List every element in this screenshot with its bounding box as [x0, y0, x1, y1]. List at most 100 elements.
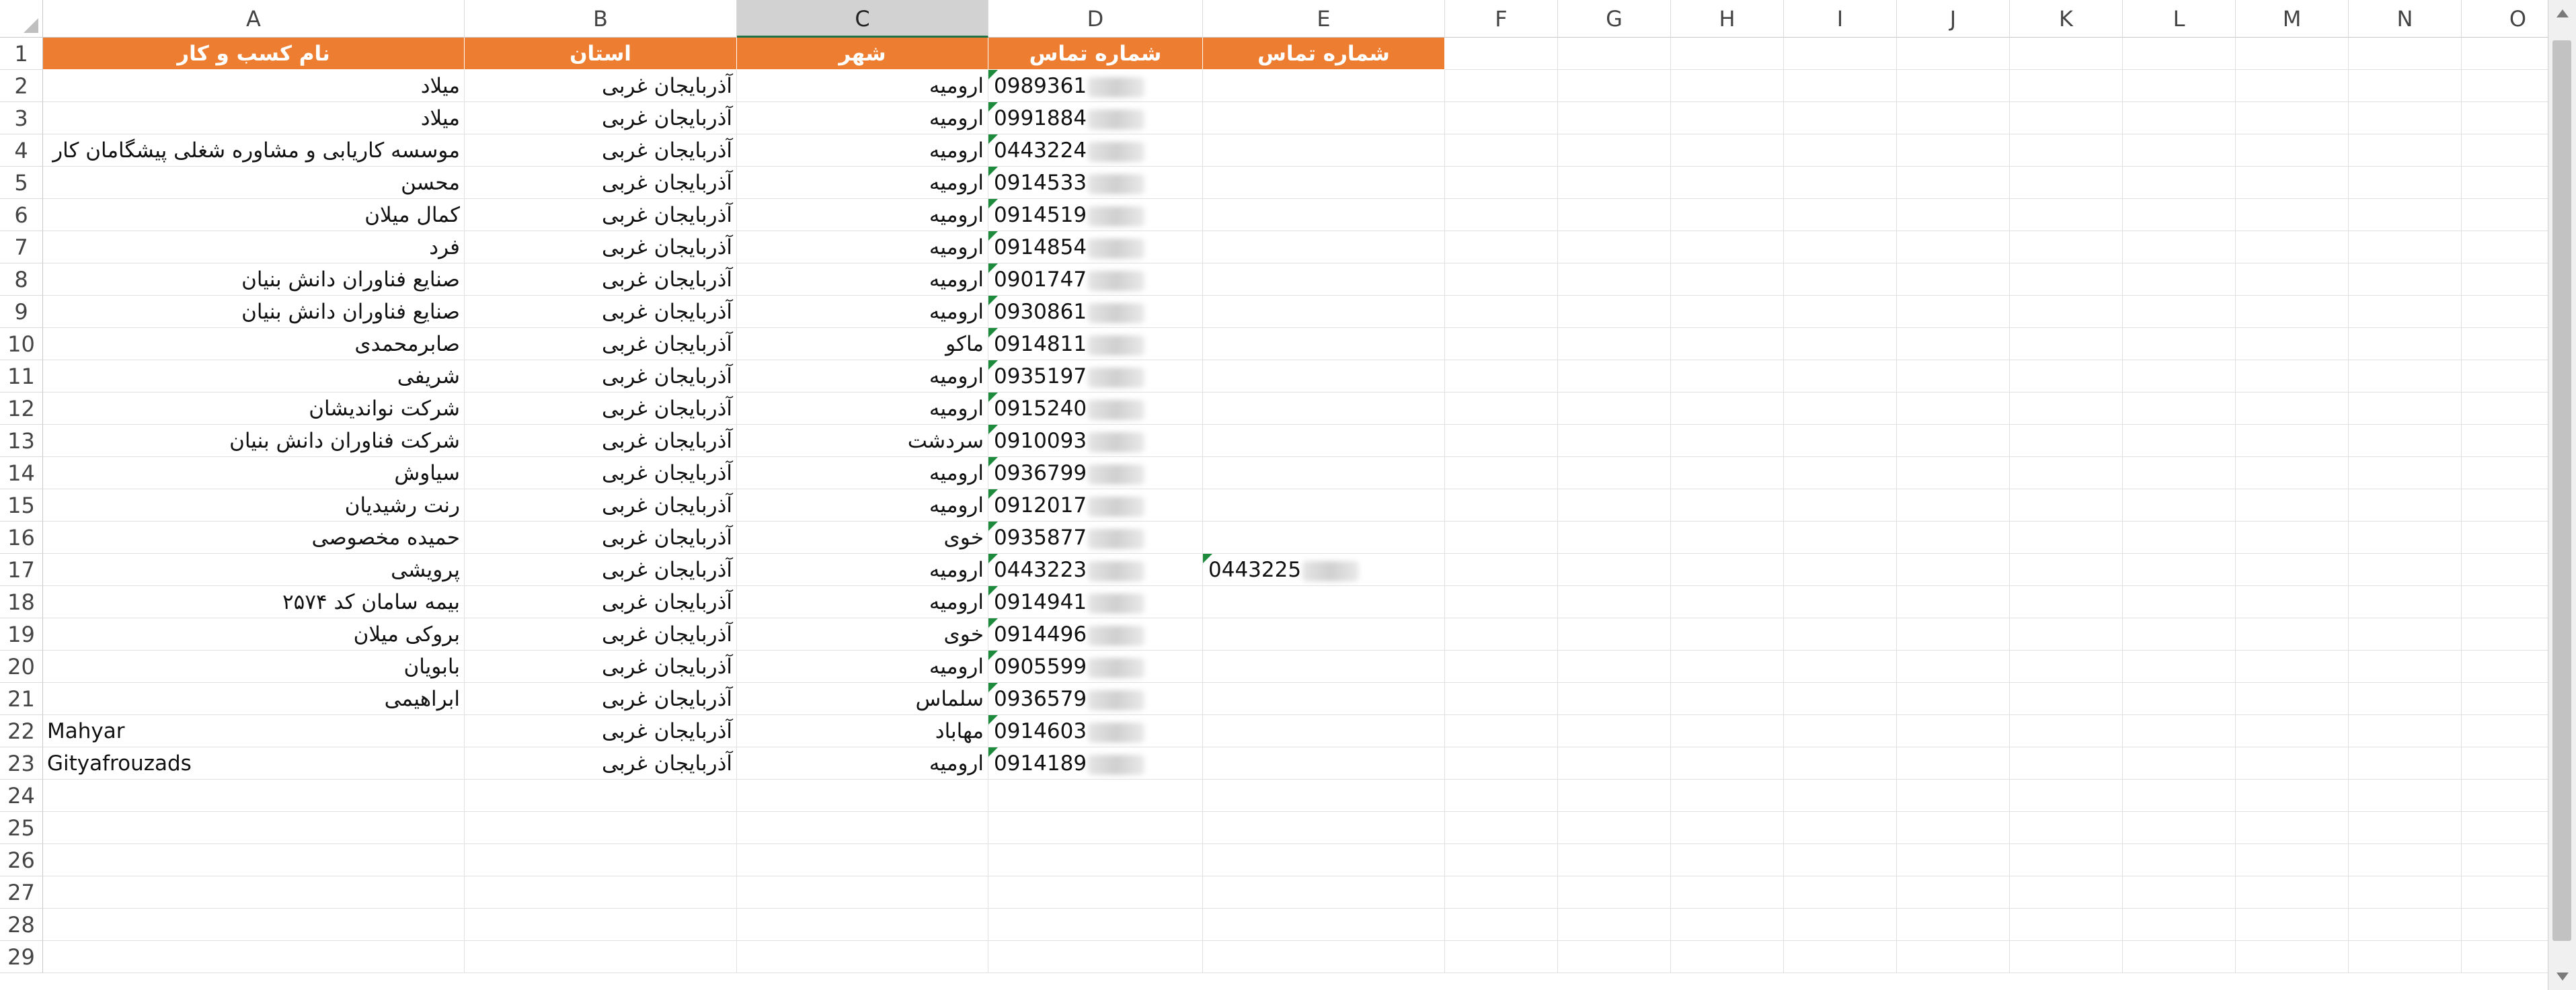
cell-l11[interactable] [2123, 360, 2236, 393]
cell-g27[interactable] [1558, 876, 1671, 909]
phone-cell-d23[interactable]: 0914189 [988, 747, 1203, 780]
cell-h14[interactable] [1671, 457, 1784, 489]
business-name-cell[interactable]: شریفی [43, 360, 465, 393]
cell-e13[interactable] [1203, 425, 1445, 457]
cell-i13[interactable] [1784, 425, 1897, 457]
business-name-cell[interactable]: صنایع فناوران دانش بنیان [43, 263, 465, 296]
cell-n22[interactable] [2349, 715, 2462, 747]
phone-cell-d21[interactable]: 0936579 [988, 683, 1203, 715]
cell-d27[interactable] [988, 876, 1203, 909]
cell-j7[interactable] [1897, 231, 2010, 263]
cell-n13[interactable] [2349, 425, 2462, 457]
cell-h29[interactable] [1671, 941, 1784, 973]
cell-j25[interactable] [1897, 812, 2010, 844]
cell-m3[interactable] [2236, 102, 2349, 134]
cell-i11[interactable] [1784, 360, 1897, 393]
cell-e20[interactable] [1203, 651, 1445, 683]
city-cell[interactable]: ارومیه [737, 134, 988, 167]
city-cell[interactable]: سلماس [737, 683, 988, 715]
cell-i28[interactable] [1784, 909, 1897, 941]
cell-m6[interactable] [2236, 199, 2349, 231]
cell-j9[interactable] [1897, 296, 2010, 328]
cell-a26[interactable] [43, 844, 465, 876]
cell-l10[interactable] [2123, 328, 2236, 360]
city-cell[interactable]: ارومیه [737, 360, 988, 393]
header-cell-d[interactable]: شماره تماس [988, 38, 1203, 70]
business-name-cell[interactable]: سیاوش [43, 457, 465, 489]
business-name-cell[interactable]: Mahyar [43, 715, 465, 747]
cell-i3[interactable] [1784, 102, 1897, 134]
cell-k18[interactable] [2010, 586, 2123, 618]
cell-m4[interactable] [2236, 134, 2349, 167]
cell-i9[interactable] [1784, 296, 1897, 328]
cell-g15[interactable] [1558, 489, 1671, 522]
cell-m17[interactable] [2236, 554, 2349, 586]
cell-d26[interactable] [988, 844, 1203, 876]
cell-j18[interactable] [1897, 586, 2010, 618]
province-cell[interactable]: آذربایجان غربی [465, 167, 737, 199]
cell-l6[interactable] [2123, 199, 2236, 231]
cell-e11[interactable] [1203, 360, 1445, 393]
city-cell[interactable]: خوی [737, 618, 988, 651]
cell-n27[interactable] [2349, 876, 2462, 909]
phone-cell-d6[interactable]: 0914519 [988, 199, 1203, 231]
cell-m21[interactable] [2236, 683, 2349, 715]
city-cell[interactable]: ارومیه [737, 296, 988, 328]
cell-l13[interactable] [2123, 425, 2236, 457]
row-header-6[interactable]: 6 [0, 199, 43, 231]
cell-k5[interactable] [2010, 167, 2123, 199]
cell-e10[interactable] [1203, 328, 1445, 360]
cell-b24[interactable] [465, 780, 737, 812]
cell-l2[interactable] [2123, 70, 2236, 102]
cell-m13[interactable] [2236, 425, 2349, 457]
business-name-cell[interactable]: فرد [43, 231, 465, 263]
cell-g9[interactable] [1558, 296, 1671, 328]
cell-n26[interactable] [2349, 844, 2462, 876]
cell-d28[interactable] [988, 909, 1203, 941]
business-name-cell[interactable]: بروکی میلان [43, 618, 465, 651]
cell-g28[interactable] [1558, 909, 1671, 941]
cell-l28[interactable] [2123, 909, 2236, 941]
row-header-7[interactable]: 7 [0, 231, 43, 263]
cell-j28[interactable] [1897, 909, 2010, 941]
cell-j5[interactable] [1897, 167, 2010, 199]
city-cell[interactable]: ارومیه [737, 167, 988, 199]
cell-i16[interactable] [1784, 522, 1897, 554]
cell-g12[interactable] [1558, 393, 1671, 425]
cell-h19[interactable] [1671, 618, 1784, 651]
cell-n15[interactable] [2349, 489, 2462, 522]
phone-cell-d14[interactable]: 0936799 [988, 457, 1203, 489]
row-header-10[interactable]: 10 [0, 328, 43, 360]
cell-h23[interactable] [1671, 747, 1784, 780]
cell-j8[interactable] [1897, 263, 2010, 296]
cell-k17[interactable] [2010, 554, 2123, 586]
row-header-26[interactable]: 26 [0, 844, 43, 876]
cell-h18[interactable] [1671, 586, 1784, 618]
cell-e4[interactable] [1203, 134, 1445, 167]
cell-i4[interactable] [1784, 134, 1897, 167]
phone-cell-d19[interactable]: 0914496 [988, 618, 1203, 651]
cell-e8[interactable] [1203, 263, 1445, 296]
cell-f6[interactable] [1445, 199, 1558, 231]
business-name-cell[interactable]: شرکت نواندیشان [43, 393, 465, 425]
cell-k4[interactable] [2010, 134, 2123, 167]
cell-f24[interactable] [1445, 780, 1558, 812]
cell-m5[interactable] [2236, 167, 2349, 199]
phone-cell-d16[interactable]: 0935877 [988, 522, 1203, 554]
cell-i24[interactable] [1784, 780, 1897, 812]
row-header-3[interactable]: 3 [0, 102, 43, 134]
province-cell[interactable]: آذربایجان غربی [465, 296, 737, 328]
cell-l17[interactable] [2123, 554, 2236, 586]
cell-g25[interactable] [1558, 812, 1671, 844]
header-cell-b[interactable]: استان [465, 38, 737, 70]
cell-j13[interactable] [1897, 425, 2010, 457]
cell-h15[interactable] [1671, 489, 1784, 522]
row-header-9[interactable]: 9 [0, 296, 43, 328]
cell-e18[interactable] [1203, 586, 1445, 618]
phone-cell-d12[interactable]: 0915240 [988, 393, 1203, 425]
cell-j10[interactable] [1897, 328, 2010, 360]
cell-e26[interactable] [1203, 844, 1445, 876]
cell-f7[interactable] [1445, 231, 1558, 263]
row-header-5[interactable]: 5 [0, 167, 43, 199]
phone-cell-d15[interactable]: 0912017 [988, 489, 1203, 522]
